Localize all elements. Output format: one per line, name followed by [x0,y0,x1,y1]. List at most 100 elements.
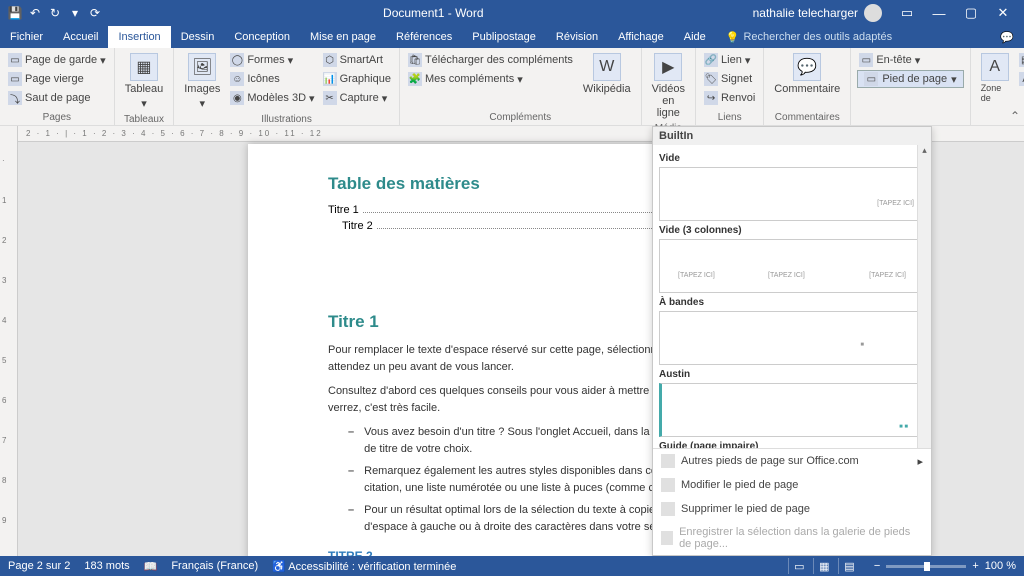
tab-mise-en-page[interactable]: Mise en page [300,26,386,48]
tab-aide[interactable]: Aide [674,26,716,48]
screenshot-icon: ✂ [323,91,337,105]
undo-icon[interactable]: ↶ [26,4,44,22]
tab-affichage[interactable]: Affichage [608,26,674,48]
word-count[interactable]: 183 mots [84,560,129,572]
addins-icon: 🧩 [408,72,422,86]
accessibility[interactable]: ♿ Accessibilité : vérification terminée [272,560,456,573]
zoom-slider[interactable] [886,565,966,568]
quickpart-button[interactable]: ▤QuickPart ▾ [1017,51,1024,69]
zoom-in-icon[interactable]: + [972,560,978,572]
comment-button[interactable]: 💬Commentaire [770,51,844,97]
tell-me[interactable]: 💡Rechercher des outils adaptés [716,26,902,48]
tab-fichier[interactable]: Fichier [0,26,53,48]
minimize-icon[interactable]: ― [924,3,954,23]
footer-button[interactable]: ▭Pied de page ▾ [857,70,963,88]
blank-page-button[interactable]: ▭Page vierge [6,70,108,88]
images-button[interactable]: 🖼Images▾ [180,51,224,112]
collapse-ribbon-icon[interactable]: ⌃ [1010,109,1020,123]
web-layout-icon[interactable]: ▤ [838,558,860,574]
tab-accueil[interactable]: Accueil [53,26,108,48]
ribbon: ▭Page de garde ▾ ▭Page vierge ⤵Saut de p… [0,48,1024,126]
gallery-footer: Autres pieds de page sur Office.com▸ Mod… [653,448,931,555]
view-buttons: ▭ ▦ ▤ [788,558,860,574]
link-button[interactable]: 🔗Lien ▾ [702,51,757,69]
group-links: 🔗Lien ▾ 🏷Signet ↪Renvoi Liens [696,48,764,125]
gallery-item-vide[interactable]: [TAPEZ ICI] [659,167,925,221]
shapes-button[interactable]: ◯Formes ▾ [228,51,316,69]
redo-icon[interactable]: ↻ [46,4,64,22]
wordart-icon: A [1019,72,1024,86]
page-icon: ▭ [8,53,22,67]
close-icon[interactable]: ✕ [988,3,1018,23]
user-area[interactable]: nathalie telecharger [753,4,882,22]
footer-gallery: BuiltIn Vide [TAPEZ ICI] Vide (3 colonne… [652,126,932,556]
scroll-up-icon[interactable]: ▴ [922,145,927,156]
crossref-button[interactable]: ↪Renvoi [702,89,757,107]
page-count[interactable]: Page 2 sur 2 [8,560,70,572]
spellcheck-icon[interactable]: 📖 [144,560,158,573]
ribbon-options-icon[interactable]: ▭ [892,3,922,23]
icons-icon: ☺ [230,72,244,86]
group-illustrations: 🖼Images▾ ◯Formes ▾ ☺Icônes ◉Modèles 3D ▾… [174,48,400,125]
save-icon[interactable]: 💾 [6,4,24,22]
print-layout-icon[interactable]: ▦ [813,558,835,574]
ribbon-tabs: Fichier Accueil Insertion Dessin Concept… [0,26,1024,48]
header-button[interactable]: ▭En-tête ▾ [857,51,963,69]
screenshot-button[interactable]: ✂Capture ▾ [321,89,393,107]
icons-button[interactable]: ☺Icônes [228,70,316,88]
window-buttons: ▭ ― ▢ ✕ [892,3,1018,23]
break-icon: ⤵ [8,91,22,105]
my-addins-button[interactable]: 🧩Mes compléments ▾ [406,70,575,88]
maximize-icon[interactable]: ▢ [956,3,986,23]
zoom-control: − + 100 % [874,560,1016,572]
qa-more-icon[interactable]: ▾ [66,4,84,22]
tab-references[interactable]: Références [386,26,462,48]
header-icon: ▭ [859,53,873,67]
chart-icon: 📊 [323,72,337,86]
tab-publipostage[interactable]: Publipostage [462,26,546,48]
wordart-button[interactable]: AWordArt ▾ [1017,70,1024,88]
gallery-item-austin[interactable]: ■ ■ [659,383,925,437]
table-button[interactable]: ▦Tableau▾ [121,51,168,112]
link-icon: 🔗 [704,53,718,67]
online-video-button[interactable]: ▶Vidéos en ligne [648,51,689,121]
tab-insertion[interactable]: Insertion [108,26,170,48]
tab-dessin[interactable]: Dessin [171,26,225,48]
tab-conception[interactable]: Conception [224,26,300,48]
remove-icon [661,502,675,516]
chart-button[interactable]: 📊Graphique [321,70,393,88]
save-selection-gallery: Enregistrer la sélection dans la galerie… [653,521,931,555]
cover-page-button[interactable]: ▭Page de garde ▾ [6,51,108,69]
tab-revision[interactable]: Révision [546,26,608,48]
qa-sync-icon[interactable]: ⟳ [86,4,104,22]
models3d-button[interactable]: ◉Modèles 3D ▾ [228,89,316,107]
document-area[interactable]: 2 · 1 · | · 1 · 2 · 3 · 4 · 5 · 6 · 7 · … [18,126,1024,556]
share-icon[interactable]: 💬 [990,26,1024,48]
smartart-button[interactable]: ⬡SmartArt [321,51,393,69]
read-mode-icon[interactable]: ▭ [788,558,810,574]
gallery-item-vide3[interactable]: [TAPEZ ICI][TAPEZ ICI][TAPEZ ICI] [659,239,925,293]
crossref-icon: ↪ [704,91,718,105]
avatar[interactable] [864,4,882,22]
remove-footer[interactable]: Supprimer le pied de page [653,497,931,521]
gallery-item-label: Guide (page impaire) [659,441,925,448]
bookmark-button[interactable]: 🏷Signet [702,70,757,88]
zoom-out-icon[interactable]: − [874,560,880,572]
comment-icon: 💬 [793,53,821,81]
zoom-level[interactable]: 100 % [985,560,1016,572]
group-tables: ▦Tableau▾ Tableaux [115,48,175,125]
table-icon: ▦ [130,53,158,81]
globe-icon [661,454,675,468]
wikipedia-icon: W [593,53,621,81]
page-break-button[interactable]: ⤵Saut de page [6,89,108,107]
wikipedia-button[interactable]: WWikipédia [579,51,635,97]
quick-access: 💾 ↶ ↻ ▾ ⟳ [6,4,114,22]
gallery-scrollbar[interactable]: ▴▾ [917,145,931,448]
more-footers-online[interactable]: Autres pieds de page sur Office.com▸ [653,449,931,473]
language[interactable]: Français (France) [171,560,258,572]
get-addins-button[interactable]: 🛍Télécharger des compléments [406,51,575,69]
group-pages: ▭Page de garde ▾ ▭Page vierge ⤵Saut de p… [0,48,115,125]
edit-footer[interactable]: Modifier le pied de page [653,473,931,497]
textbox-button[interactable]: AZone de [977,51,1013,105]
gallery-item-bandes[interactable]: ■ [659,311,925,365]
